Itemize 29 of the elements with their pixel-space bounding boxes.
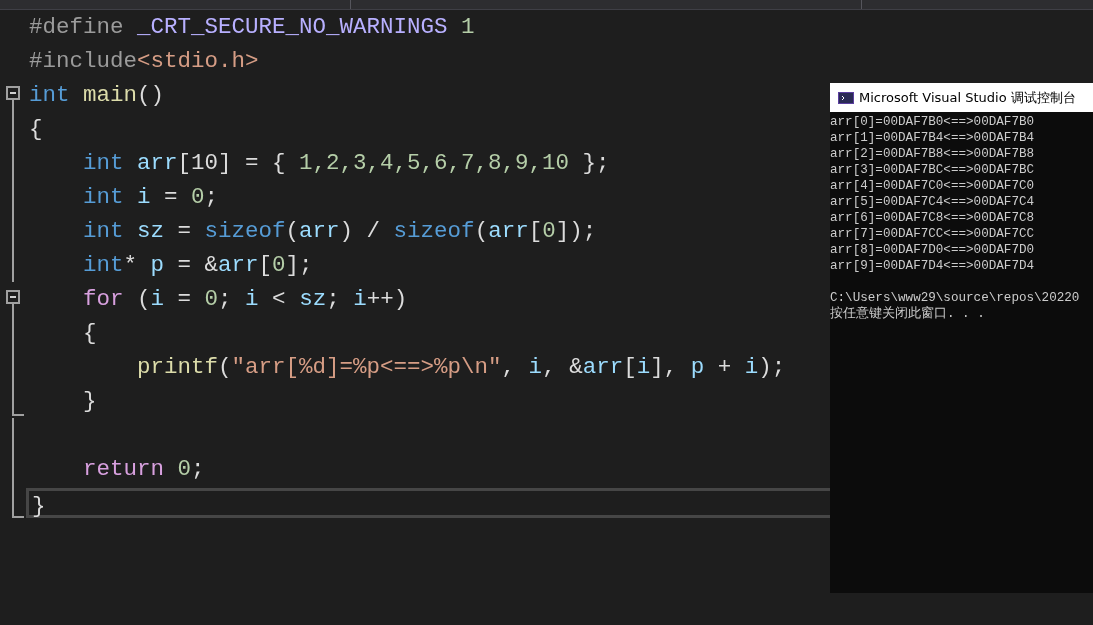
code-line: for (i = 0; i < sz; i++)	[82, 285, 408, 314]
console-app-icon	[838, 91, 854, 104]
console-output-line: arr[1]=00DAF7B4<==>00DAF7B4	[830, 130, 1036, 146]
window-title: Microsoft Visual Studio 调试控制台	[859, 88, 1076, 107]
console-output-line: arr[5]=00DAF7C4<==>00DAF7C4	[830, 194, 1036, 210]
code-line: int i = 0;	[82, 183, 219, 212]
console-output-line: arr[6]=00DAF7C8<==>00DAF7C8	[830, 210, 1036, 226]
console-output-line: arr[9]=00DAF7D4<==>00DAF7D4	[830, 258, 1036, 274]
console-output-line: 按任意键关闭此窗口. . .	[830, 306, 986, 322]
code-line: return 0;	[82, 455, 205, 484]
code-line: {	[82, 319, 97, 348]
code-line: int main()	[28, 81, 165, 110]
collapse-icon[interactable]	[6, 86, 20, 100]
code-line: #include<stdio.h>	[28, 47, 259, 76]
console-output-line: arr[7]=00DAF7CC<==>00DAF7CC	[830, 226, 1036, 242]
console-output-line: arr[8]=00DAF7D0<==>00DAF7D0	[830, 242, 1036, 258]
code-line: }	[82, 387, 97, 416]
code-line: int arr[10] = { 1,2,3,4,5,6,7,8,9,10 };	[82, 149, 610, 178]
console-output-line: arr[4]=00DAF7C0<==>00DAF7C0	[830, 178, 1036, 194]
code-line: int sz = sizeof(arr) / sizeof(arr[0]);	[82, 217, 597, 246]
code-line: #define _CRT_SECURE_NO_WARNINGS 1	[28, 13, 475, 42]
console-output-line: arr[3]=00DAF7BC<==>00DAF7BC	[830, 162, 1036, 178]
collapse-icon[interactable]	[6, 290, 20, 304]
code-line: {	[28, 115, 43, 144]
console-output-line: arr[2]=00DAF7B8<==>00DAF7B8	[830, 146, 1036, 162]
code-line: int* p = &arr[0];	[82, 251, 313, 280]
console-output-line: arr[0]=00DAF7B0<==>00DAF7B0	[830, 114, 1036, 130]
console-output-line: C:\Users\www29\source\repos\20220	[830, 290, 1081, 306]
code-line: printf("arr[%d]=%p<==>%p\n", i, &arr[i], p + i);	[136, 353, 786, 382]
